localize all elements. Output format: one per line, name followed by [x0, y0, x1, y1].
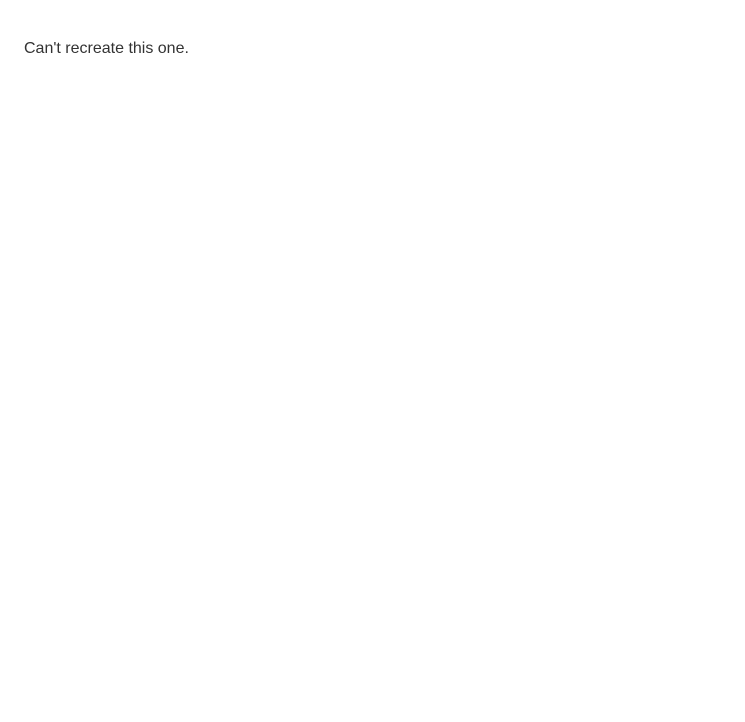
notice-panel: Can't recreate this one. — [0, 0, 745, 722]
notice-text: Can't recreate this one. — [24, 40, 189, 57]
